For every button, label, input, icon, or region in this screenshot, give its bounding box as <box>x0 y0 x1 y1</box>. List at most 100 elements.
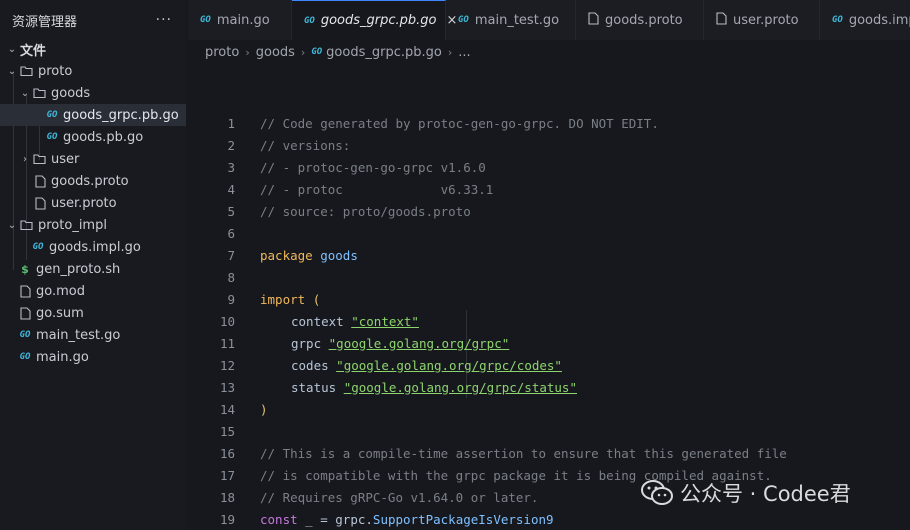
code-line: 18 // Requires gRPC-Go v1.64.0 or later. <box>188 486 539 508</box>
tab-label: goods_grpc.pb.go <box>320 13 437 28</box>
code-text: // source: proto/goods.proto <box>260 203 471 219</box>
line-number: 2 <box>227 137 235 153</box>
line-number: 16 <box>219 445 235 461</box>
tab-main-go[interactable]: GO main.go <box>188 0 292 40</box>
go-file-icon: GO <box>46 132 58 142</box>
tree-file-go-mod[interactable]: go.mod <box>0 280 186 302</box>
folder-open-icon <box>33 86 47 100</box>
tree-file-goods-proto[interactable]: goods.proto <box>0 170 186 192</box>
file-icon <box>33 174 47 188</box>
tree-item-label: 文件 <box>20 43 47 59</box>
file-icon <box>588 11 599 29</box>
import-path-link[interactable]: "google.golang.org/grpc/codes" <box>336 358 562 373</box>
code-line: 7 package goods <box>188 244 357 266</box>
go-file-icon: GO <box>311 47 323 57</box>
import-path-link[interactable]: "google.golang.org/grpc" <box>329 336 510 351</box>
tree-file-main-test[interactable]: GO main_test.go <box>0 324 186 346</box>
code-line: 8 <box>188 266 235 288</box>
code-line: 1 // Code generated by protoc-gen-go-grpc… <box>188 112 658 134</box>
breadcrumb-item[interactable]: goods <box>256 45 295 60</box>
tree-file-main[interactable]: GO main.go <box>0 346 186 368</box>
tree-item-label: go.sum <box>36 305 84 321</box>
tree-file-goods-pb[interactable]: GO goods.pb.go <box>0 126 186 148</box>
code-line: 17// is compatible with the grpc package… <box>188 464 772 486</box>
go-file-icon: GO <box>46 110 58 120</box>
identifier-token: status <box>291 379 337 395</box>
line-number: 13 <box>219 379 235 395</box>
file-icon <box>33 196 47 210</box>
tree-item-label: main.go <box>36 349 89 365</box>
tree-item-label: goods_grpc.pb.go <box>63 107 179 123</box>
tab-label: user.proto <box>733 12 799 28</box>
tree-folder-proto-impl[interactable]: ⌄ proto_impl <box>0 214 186 236</box>
line-number: 3 <box>227 159 235 175</box>
keyword-token: package <box>260 247 313 263</box>
import-path-link[interactable]: "google.golang.org/grpc/status" <box>344 380 577 395</box>
go-file-icon: GO <box>19 352 31 362</box>
code-line: 12 codes "google.golang.org/grpc/codes" <box>188 354 562 376</box>
tab-main-test[interactable]: GO main_test.go <box>446 0 576 40</box>
code-line: 11 grpc "google.golang.org/grpc" <box>188 332 509 354</box>
import-path-link[interactable]: "context" <box>351 314 419 329</box>
tab-goods-impl[interactable]: GO goods.impl <box>820 0 910 40</box>
tab-goods-grpc[interactable]: GO goods_grpc.pb.go × <box>292 0 457 40</box>
tab-goods-proto[interactable]: goods.proto <box>576 0 704 40</box>
more-actions-icon[interactable]: ··· <box>156 12 172 28</box>
line-number: 18 <box>219 489 235 505</box>
identifier-token: SupportPackageIsVersion9 <box>372 511 554 527</box>
tree-folder-goods[interactable]: ⌄ goods <box>0 82 186 104</box>
code-line: 4 // - protoc v6.33.1 <box>188 178 493 200</box>
code-text: status "google.golang.org/grpc/status" <box>291 380 577 395</box>
folder-open-icon <box>20 64 34 78</box>
breadcrumb-separator: › <box>300 45 306 59</box>
identifier-token: grpc <box>291 335 322 351</box>
paren-token: ) <box>260 401 268 417</box>
code-line: 15 <box>188 420 235 442</box>
breadcrumb-item[interactable]: goods_grpc.pb.go <box>326 45 442 60</box>
tree-file-goods-grpc[interactable]: GO goods_grpc.pb.go <box>0 104 186 126</box>
tree-file-go-sum[interactable]: go.sum <box>0 302 186 324</box>
tab-user-proto[interactable]: user.proto <box>704 0 820 40</box>
wechat-logo-icon <box>640 479 674 507</box>
code-text: import ( <box>260 292 320 307</box>
code-text: package goods <box>260 248 358 263</box>
tree-file-user-proto[interactable]: user.proto <box>0 192 186 214</box>
breadcrumb-item[interactable]: proto <box>205 45 239 60</box>
go-file-icon: GO <box>32 242 44 252</box>
code-line: 16 // This is a compile-time assertion to… <box>188 442 787 464</box>
tree-item-label: go.mod <box>36 283 85 299</box>
tree-folder-user[interactable]: › user <box>0 148 186 170</box>
explorer-title: 资源管理器 <box>12 14 78 30</box>
line-number: 10 <box>219 313 235 329</box>
line-number: 19 <box>219 511 235 527</box>
line-number: 14 <box>219 401 235 417</box>
code-line: 5 // source: proto/goods.proto <box>188 200 470 222</box>
chevron-down-icon: ⌄ <box>20 87 30 99</box>
line-number: 17 <box>219 467 235 483</box>
tree-item-label: proto <box>38 63 73 79</box>
code-line: 3 // - protoc-gen-go-grpc v1.6.0 <box>188 156 485 178</box>
breadcrumb-item[interactable]: ... <box>458 45 470 60</box>
tree-item-label: proto_impl <box>38 217 107 233</box>
line-number: 8 <box>227 269 235 285</box>
line-number: 6 <box>227 225 235 241</box>
folder-icon <box>33 152 47 166</box>
line-number: 4 <box>227 181 235 197</box>
tree-file-gen-proto[interactable]: $ gen_proto.sh <box>0 258 186 280</box>
tree-item-label: goods <box>51 85 91 101</box>
go-file-icon: GO <box>832 15 843 25</box>
keyword-token: const <box>260 511 298 527</box>
go-file-icon: GO <box>304 15 315 26</box>
code-text: // - protoc v6.33.1 <box>260 181 494 197</box>
tree-folder-proto[interactable]: ⌄ proto <box>0 60 186 82</box>
editor-tabbar: GO main.go GO goods_grpc.pb.go × GO main… <box>188 0 910 40</box>
tree-item-label: user.proto <box>51 195 117 211</box>
tree-root-files[interactable]: ⌄ 文件 <box>0 38 186 60</box>
file-icon <box>716 11 727 29</box>
code-line: 2 // versions: <box>188 134 350 156</box>
code-line: 13 status "google.golang.org/grpc/status" <box>188 376 577 398</box>
paren-token: ( <box>312 291 321 307</box>
tree-file-goods-impl[interactable]: GO goods.impl.go <box>0 236 186 258</box>
file-icon <box>18 306 32 320</box>
breadcrumb-separator: › <box>245 45 250 59</box>
